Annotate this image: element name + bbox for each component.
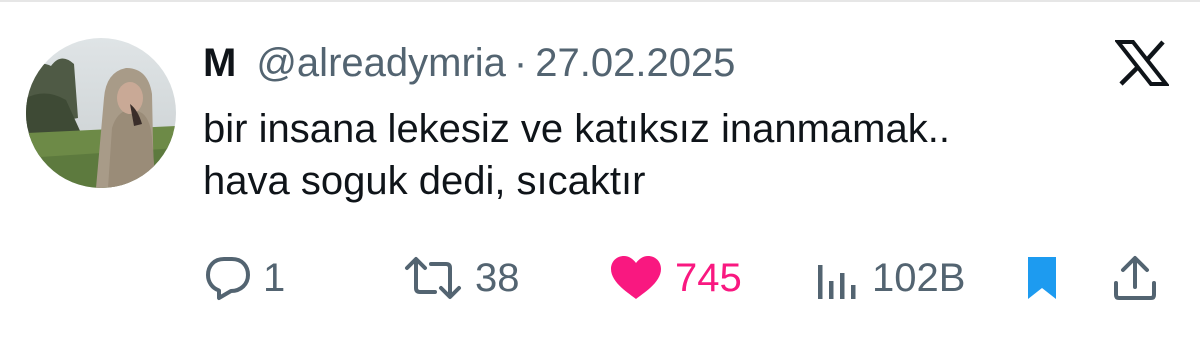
- like-count: 745: [675, 256, 742, 300]
- action-bar: 1 38 745 102B: [0, 248, 1200, 308]
- tweet-text-line: hava soguk dedi, sıcaktır: [203, 159, 646, 203]
- tweet-header: M @alreadymria · 27.02.2025: [203, 38, 735, 88]
- separator-dot: ·: [513, 41, 528, 85]
- views-chart-icon: [816, 255, 860, 301]
- views-button[interactable]: 102B: [816, 248, 965, 308]
- tweet-date[interactable]: 27.02.2025: [535, 38, 735, 88]
- repost-count: 38: [475, 256, 520, 300]
- heart-icon: [609, 255, 663, 301]
- display-name[interactable]: M: [203, 38, 236, 88]
- share-icon: [1112, 255, 1158, 301]
- reply-icon: [205, 255, 251, 301]
- reply-count: 1: [263, 256, 286, 300]
- handle[interactable]: @alreadymria: [256, 38, 506, 88]
- reply-button[interactable]: 1: [205, 248, 285, 308]
- tweet-text-line: bir insana lekesiz ve katıksız inanmamak…: [203, 107, 950, 151]
- avatar[interactable]: [26, 38, 176, 188]
- top-divider: [0, 0, 1200, 2]
- like-button[interactable]: 745: [609, 248, 742, 308]
- avatar-photo: [26, 38, 176, 188]
- bookmark-button[interactable]: [1024, 248, 1060, 308]
- views-count: 102B: [872, 256, 966, 300]
- tweet-text: bir insana lekesiz ve katıksız inanmamak…: [203, 103, 1163, 207]
- x-logo-icon[interactable]: [1113, 40, 1171, 86]
- bookmark-icon: [1024, 255, 1060, 301]
- share-button[interactable]: [1112, 248, 1158, 308]
- repost-icon: [403, 255, 463, 301]
- repost-button[interactable]: 38: [403, 248, 520, 308]
